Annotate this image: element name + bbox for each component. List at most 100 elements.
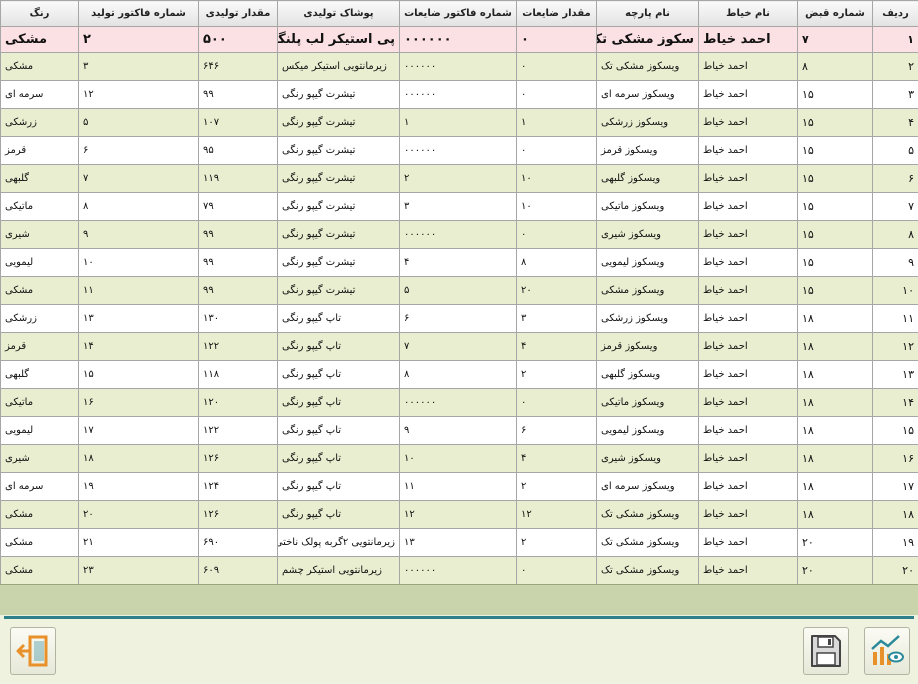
production-invoice-cell[interactable]: ۱۶ xyxy=(78,388,199,417)
waste-amount-cell[interactable]: ۲ xyxy=(516,472,597,501)
fabric-name-cell[interactable]: ویسکوز مشکی تک xyxy=(596,52,699,81)
garment-cell[interactable]: پی استیکر لب پلنگی xyxy=(277,26,400,53)
waste-invoice-cell[interactable]: ۹ xyxy=(399,416,517,445)
waste-amount-cell[interactable]: ۰ xyxy=(516,388,597,417)
fabric-name-cell[interactable]: ویسکوز مشکی xyxy=(596,276,699,305)
col-header-production-invoice[interactable]: شماره فاکتور تولید xyxy=(78,0,199,27)
waste-invoice-cell[interactable]: ۱۱ xyxy=(399,472,517,501)
waste-invoice-cell[interactable]: ۰۰۰۰۰۰ xyxy=(399,136,517,165)
garment-cell[interactable]: تیشرت گیپو رنگی xyxy=(277,248,400,277)
production-grid[interactable]: ردیف شماره قبض نام خیاط نام پارچه مقدار … xyxy=(0,0,918,585)
color-cell[interactable]: زرشکی xyxy=(0,304,79,333)
receipt-number-cell[interactable]: ۱۵ xyxy=(797,108,873,137)
col-header-tailor-name[interactable]: نام خیاط xyxy=(698,0,798,27)
waste-amount-cell[interactable]: ۰ xyxy=(516,136,597,165)
table-row[interactable]: ۸ ۱۵ احمد خیاط ویسکوز شیری ۰ ۰۰۰۰۰۰ تیشرت گیپو… xyxy=(0,220,918,249)
row-number-cell[interactable]: ۲ xyxy=(872,52,918,81)
garment-cell[interactable]: زیرمانتویی ۲گربه پولک ناختی xyxy=(277,528,400,557)
row-number-cell[interactable]: ۹ xyxy=(872,248,918,277)
color-cell[interactable]: لیمویی xyxy=(0,416,79,445)
production-invoice-cell[interactable]: ۱۲ xyxy=(78,80,199,109)
production-invoice-cell[interactable]: ۶ xyxy=(78,136,199,165)
production-qty-cell[interactable]: ۱۱۹ xyxy=(198,164,278,193)
table-row[interactable]: ۲۰ ۲۰ احمد خیاط ویسکوز مشکی تک ۰ ۰۰۰۰۰۰ زیرمان… xyxy=(0,556,918,585)
production-qty-cell[interactable]: ۹۹ xyxy=(198,80,278,109)
production-invoice-cell[interactable]: ۲ xyxy=(78,26,199,53)
fabric-name-cell[interactable]: ویسکوز مشکی تک xyxy=(596,528,699,557)
receipt-number-cell[interactable]: ۱۵ xyxy=(797,192,873,221)
production-qty-cell[interactable]: ۱۲۲ xyxy=(198,416,278,445)
receipt-number-cell[interactable]: ۲۰ xyxy=(797,528,873,557)
production-qty-cell[interactable]: ۹۹ xyxy=(198,220,278,249)
tailor-name-cell[interactable]: احمد خیاط xyxy=(698,276,798,305)
production-qty-cell[interactable]: ۹۹ xyxy=(198,248,278,277)
production-qty-cell[interactable]: ۱۳۰ xyxy=(198,304,278,333)
waste-amount-cell[interactable]: ۴ xyxy=(516,444,597,473)
color-cell[interactable]: ماتیکی xyxy=(0,192,79,221)
color-cell[interactable]: زرشکی xyxy=(0,108,79,137)
production-invoice-cell[interactable]: ۸ xyxy=(78,192,199,221)
receipt-number-cell[interactable]: ۱۸ xyxy=(797,360,873,389)
production-invoice-cell[interactable]: ۲۳ xyxy=(78,556,199,585)
receipt-number-cell[interactable]: ۱۵ xyxy=(797,248,873,277)
receipt-number-cell[interactable]: ۱۸ xyxy=(797,500,873,529)
receipt-number-cell[interactable]: ۱۵ xyxy=(797,80,873,109)
production-invoice-cell[interactable]: ۷ xyxy=(78,164,199,193)
waste-invoice-cell[interactable]: ۵ xyxy=(399,276,517,305)
color-cell[interactable]: مشکی xyxy=(0,556,79,585)
fabric-name-cell[interactable]: ویسکوز گلبهی xyxy=(596,164,699,193)
waste-invoice-cell[interactable]: ۱۳ xyxy=(399,528,517,557)
tailor-name-cell[interactable]: احمد خیاط xyxy=(698,416,798,445)
row-number-cell[interactable]: ۱۱ xyxy=(872,304,918,333)
table-row[interactable]: ۷ ۱۵ احمد خیاط ویسکوز ماتیکی ۱۰ ۳ تیشرت گیپو ر… xyxy=(0,192,918,221)
waste-amount-cell[interactable]: ۲ xyxy=(516,360,597,389)
table-row[interactable]: ۱۹ ۲۰ احمد خیاط ویسکوز مشکی تک ۲ ۱۳ زیرمانتویی… xyxy=(0,528,918,557)
table-row[interactable]: ۶ ۱۵ احمد خیاط ویسکوز گلبهی ۱۰ ۲ تیشرت گیپو رن… xyxy=(0,164,918,193)
waste-invoice-cell[interactable]: ۱۰ xyxy=(399,444,517,473)
fabric-name-cell[interactable]: ویسکوز شیری xyxy=(596,444,699,473)
waste-amount-cell[interactable]: ۳ xyxy=(516,304,597,333)
receipt-number-cell[interactable]: ۱۵ xyxy=(797,164,873,193)
production-qty-cell[interactable]: ۹۵ xyxy=(198,136,278,165)
fabric-name-cell[interactable]: ویسکوز سرمه ای xyxy=(596,472,699,501)
waste-invoice-cell[interactable]: ۰۰۰۰۰۰ xyxy=(399,388,517,417)
row-number-cell[interactable]: ۱۵ xyxy=(872,416,918,445)
fabric-name-cell[interactable]: ویسکوز زرشکی xyxy=(596,304,699,333)
col-header-waste-invoice[interactable]: شماره فاکتور ضایعات xyxy=(399,0,517,27)
color-cell[interactable]: مشکی xyxy=(0,276,79,305)
row-number-cell[interactable]: ۱۶ xyxy=(872,444,918,473)
table-row[interactable]: ۹ ۱۵ احمد خیاط ویسکوز لیمویی ۸ ۴ تیشرت گیپو رن… xyxy=(0,248,918,277)
production-invoice-cell[interactable]: ۱۴ xyxy=(78,332,199,361)
tailor-name-cell[interactable]: احمد خیاط xyxy=(698,360,798,389)
production-qty-cell[interactable]: ۱۲۲ xyxy=(198,332,278,361)
garment-cell[interactable]: تاپ گیپو رنگی xyxy=(277,304,400,333)
tailor-name-cell[interactable]: احمد خیاط xyxy=(698,52,798,81)
row-number-cell[interactable]: ۱۲ xyxy=(872,332,918,361)
garment-cell[interactable]: تیشرت گیپو رنگی xyxy=(277,108,400,137)
waste-invoice-cell[interactable]: ۱۲ xyxy=(399,500,517,529)
receipt-number-cell[interactable]: ۱۸ xyxy=(797,388,873,417)
table-row[interactable]: ۳ ۱۵ احمد خیاط ویسکوز سرمه ای ۰ ۰۰۰۰۰۰ تیشرت گ… xyxy=(0,80,918,109)
row-number-cell[interactable]: ۴ xyxy=(872,108,918,137)
table-row[interactable]: ۴ ۱۵ احمد خیاط ویسکوز زرشکی ۱ ۱ تیشرت گیپو رنگ… xyxy=(0,108,918,137)
receipt-number-cell[interactable]: ۸ xyxy=(797,52,873,81)
table-row[interactable]: ۱۰ ۱۵ احمد خیاط ویسکوز مشکی ۲۰ ۵ تیشرت گیپو رن… xyxy=(0,276,918,305)
waste-invoice-cell[interactable]: ۲ xyxy=(399,164,517,193)
table-row[interactable]: ۲ ۸ احمد خیاط ویسکوز مشکی تک ۰ ۰۰۰۰۰۰ زیرمانتو… xyxy=(0,52,918,81)
garment-cell[interactable]: تاپ گیپو رنگی xyxy=(277,332,400,361)
garment-cell[interactable]: تاپ گیپو رنگی xyxy=(277,416,400,445)
waste-amount-cell[interactable]: ۱ xyxy=(516,108,597,137)
tailor-name-cell[interactable]: احمد خیاط xyxy=(698,528,798,557)
waste-amount-cell[interactable]: ۲۰ xyxy=(516,276,597,305)
row-number-cell[interactable]: ۸ xyxy=(872,220,918,249)
waste-invoice-cell[interactable]: ۶ xyxy=(399,304,517,333)
color-cell[interactable]: مشکی xyxy=(0,500,79,529)
production-qty-cell[interactable]: ۵۰۰ xyxy=(198,26,278,53)
row-number-cell[interactable]: ۱۳ xyxy=(872,360,918,389)
receipt-number-cell[interactable]: ۱۸ xyxy=(797,472,873,501)
exit-button[interactable] xyxy=(10,627,56,675)
garment-cell[interactable]: تاپ گیپو رنگی xyxy=(277,360,400,389)
color-cell[interactable]: گلبهی xyxy=(0,164,79,193)
row-number-cell[interactable]: ۳ xyxy=(872,80,918,109)
production-qty-cell[interactable]: ۶۰۹ xyxy=(198,556,278,585)
